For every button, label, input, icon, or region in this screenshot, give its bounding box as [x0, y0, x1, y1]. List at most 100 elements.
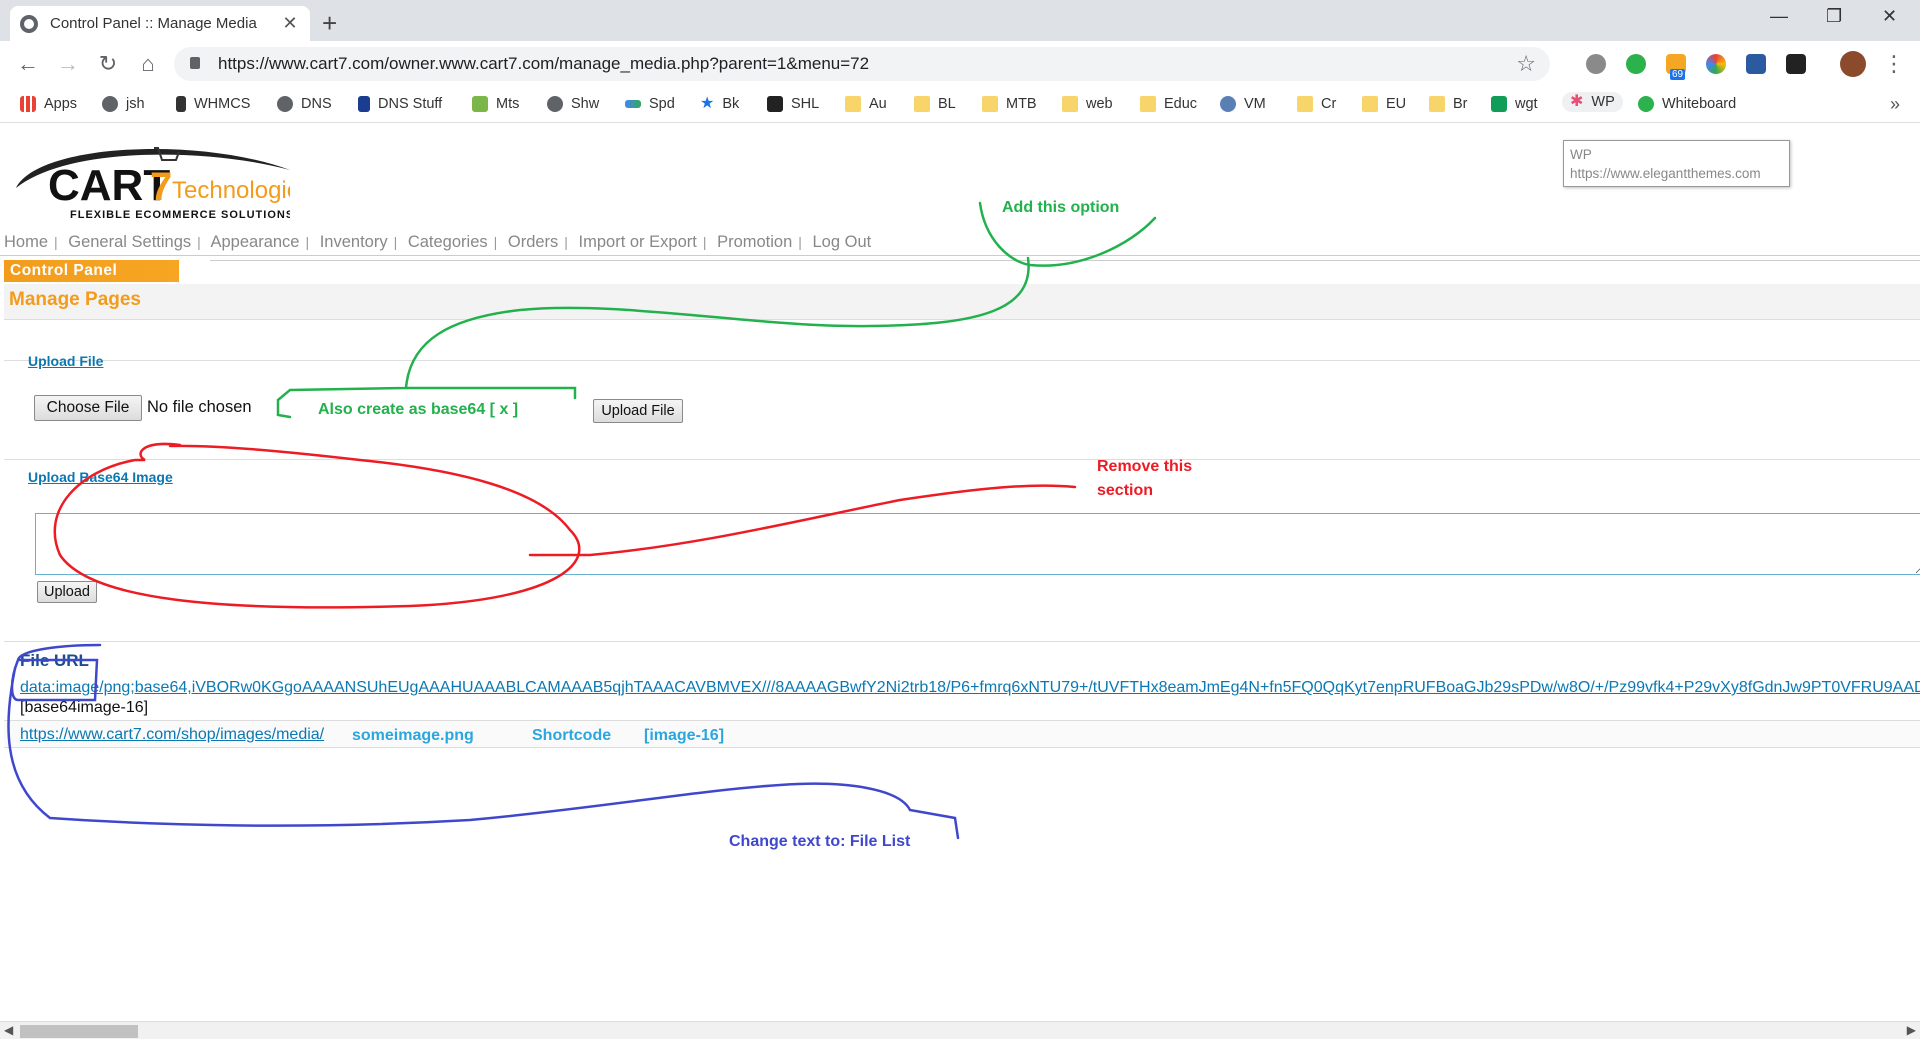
restore-icon[interactable]: ❐	[1826, 6, 1842, 27]
bookmark-item[interactable]: Apps	[20, 96, 77, 112]
asterisk-icon: ✱	[1570, 93, 1584, 110]
vm-icon	[1220, 96, 1236, 112]
bookmark-label: web	[1086, 96, 1113, 112]
reload-icon[interactable]: ↻	[94, 51, 122, 77]
bookmark-item[interactable]: MTB	[982, 96, 1037, 112]
cart7-logo[interactable]: CART 7 Technologies FLEXIBLE ECOMMERCE S…	[8, 136, 290, 222]
file-list-divider	[4, 641, 1920, 642]
globe-icon	[102, 96, 118, 112]
bookmark-label: SHL	[791, 96, 820, 112]
bookmark-item[interactable]: ✱ WP	[1562, 92, 1623, 112]
scroll-right-icon[interactable]: ▶	[1907, 1023, 1916, 1037]
scroll-thumb[interactable]	[20, 1025, 138, 1038]
bookmark-item[interactable]: Spd	[625, 96, 675, 112]
bookmark-label: jsh	[126, 96, 145, 112]
extension-icon[interactable]	[1626, 54, 1646, 74]
minimize-icon[interactable]: —	[1770, 6, 1788, 27]
nav-logout[interactable]: Log Out	[813, 233, 872, 251]
svg-text:Technologies: Technologies	[172, 177, 290, 204]
image-url-link[interactable]: https://www.cart7.com/shop/images/media/	[20, 726, 324, 744]
upload-base64-label[interactable]: Upload Base64 Image	[28, 469, 173, 485]
bookmark-item[interactable]: Au	[845, 96, 887, 112]
bookmark-label: wgt	[1515, 96, 1538, 112]
bookmark-label: Mts	[496, 96, 520, 112]
back-icon[interactable]: ←	[14, 51, 42, 77]
bookmark-item[interactable]: WHMCS	[176, 96, 250, 112]
upload-file-label[interactable]: Upload File	[28, 353, 103, 369]
data-uri-link[interactable]: data:image/png;base64,iVBORw0KGgoAAAANSU…	[20, 679, 1920, 697]
scroll-left-icon[interactable]: ◀	[4, 1023, 13, 1037]
more-bookmarks-icon[interactable]: »	[1890, 94, 1900, 115]
nav-promotion[interactable]: Promotion	[717, 233, 792, 251]
bookmark-item[interactable]: Whiteboard	[1638, 96, 1736, 112]
bookmark-item[interactable]: wgt	[1491, 96, 1538, 112]
home-icon[interactable]: ⌂	[134, 51, 162, 77]
bookmark-tooltip: WP https://www.elegantthemes.com	[1563, 140, 1790, 187]
shortcode-label: Shortcode	[532, 727, 612, 744]
new-tab-icon[interactable]: +	[322, 8, 337, 39]
bookmark-label: VM	[1244, 96, 1266, 112]
globe-icon	[277, 96, 293, 112]
nav-inventory[interactable]: Inventory	[320, 233, 388, 251]
forward-icon[interactable]: →	[54, 51, 82, 77]
upload-file-section	[4, 360, 1920, 460]
globe-icon	[20, 14, 38, 33]
extension-icon[interactable]	[1746, 54, 1766, 74]
browser-toolbar: ← → ↻ ⌂ https://www.cart7.com/owner.www.…	[0, 41, 1920, 87]
bookmark-item[interactable]: Br	[1429, 96, 1468, 112]
bookmark-item[interactable]: jsh	[102, 96, 145, 112]
nav-categories[interactable]: Categories	[408, 233, 488, 251]
nav-general-settings[interactable]: General Settings	[68, 233, 191, 251]
color-picker-icon[interactable]	[1706, 54, 1726, 74]
bookmark-item[interactable]: Cr	[1297, 96, 1336, 112]
terminal-icon[interactable]	[1786, 54, 1806, 74]
bookmark-label: Bk	[722, 96, 740, 112]
lock-icon	[190, 57, 200, 69]
bookmark-star-icon[interactable]: ☆	[1516, 51, 1536, 77]
globe-icon	[547, 96, 563, 112]
choose-file-button[interactable]: Choose File	[34, 395, 142, 421]
bookmark-item[interactable]: Educ	[1140, 96, 1197, 112]
bookmark-label: Cr	[1321, 96, 1337, 112]
menu-icon[interactable]: ⋮	[1880, 51, 1908, 77]
active-tab[interactable]: Control Panel :: Manage Media ✕	[10, 6, 310, 41]
bookmark-item[interactable]: BL	[914, 96, 956, 112]
horizontal-scrollbar[interactable]: ◀ ▶	[0, 1021, 1920, 1039]
folder-icon	[1297, 96, 1313, 112]
upload-base64-button[interactable]: Upload	[37, 581, 97, 603]
bookmark-label: Au	[869, 96, 887, 112]
bookmark-item[interactable]: ★ Bk	[700, 96, 740, 113]
bookmark-item[interactable]: SHL	[767, 96, 819, 112]
whmcs-icon	[176, 96, 186, 112]
whiteboard-icon	[1638, 96, 1654, 112]
nav-import-export[interactable]: Import or Export	[579, 233, 697, 251]
close-window-icon[interactable]: ✕	[1882, 6, 1897, 27]
bookmark-label: BL	[938, 96, 956, 112]
nav-home[interactable]: Home	[4, 233, 48, 251]
bookmark-item[interactable]: EU	[1362, 96, 1406, 112]
upload-file-button[interactable]: Upload File	[593, 399, 683, 423]
bookmark-item[interactable]: Shw	[547, 96, 599, 112]
bookmark-item[interactable]: VM	[1220, 96, 1266, 112]
bookmark-item[interactable]: Mts	[472, 96, 519, 112]
nav-appearance[interactable]: Appearance	[210, 233, 299, 251]
bookmark-label: Educ	[1164, 96, 1198, 112]
bookmark-label: EU	[1386, 96, 1407, 112]
folder-icon	[1429, 96, 1445, 112]
bookmark-item[interactable]: DNS	[277, 96, 332, 112]
bookmark-label: Whiteboard	[1662, 96, 1737, 112]
extension-icon[interactable]	[1586, 54, 1606, 74]
address-bar[interactable]: https://www.cart7.com/owner.www.cart7.co…	[174, 47, 1550, 81]
avatar[interactable]	[1840, 51, 1866, 77]
bookmark-label: WHMCS	[194, 96, 251, 112]
base64-textarea[interactable]	[35, 513, 1920, 575]
terminal-icon	[767, 96, 783, 112]
bookmark-item[interactable]: DNS Stuff	[358, 96, 442, 112]
annotation-remove-line1: Remove this	[1097, 458, 1193, 475]
nav-orders[interactable]: Orders	[508, 233, 558, 251]
close-tab-icon[interactable]: ✕	[280, 13, 300, 34]
file-name: someimage.png	[352, 727, 474, 744]
bookmark-label: WP	[1591, 94, 1615, 110]
url-text[interactable]: https://www.cart7.com/owner.www.cart7.co…	[218, 54, 869, 74]
bookmark-item[interactable]: web	[1062, 96, 1113, 112]
